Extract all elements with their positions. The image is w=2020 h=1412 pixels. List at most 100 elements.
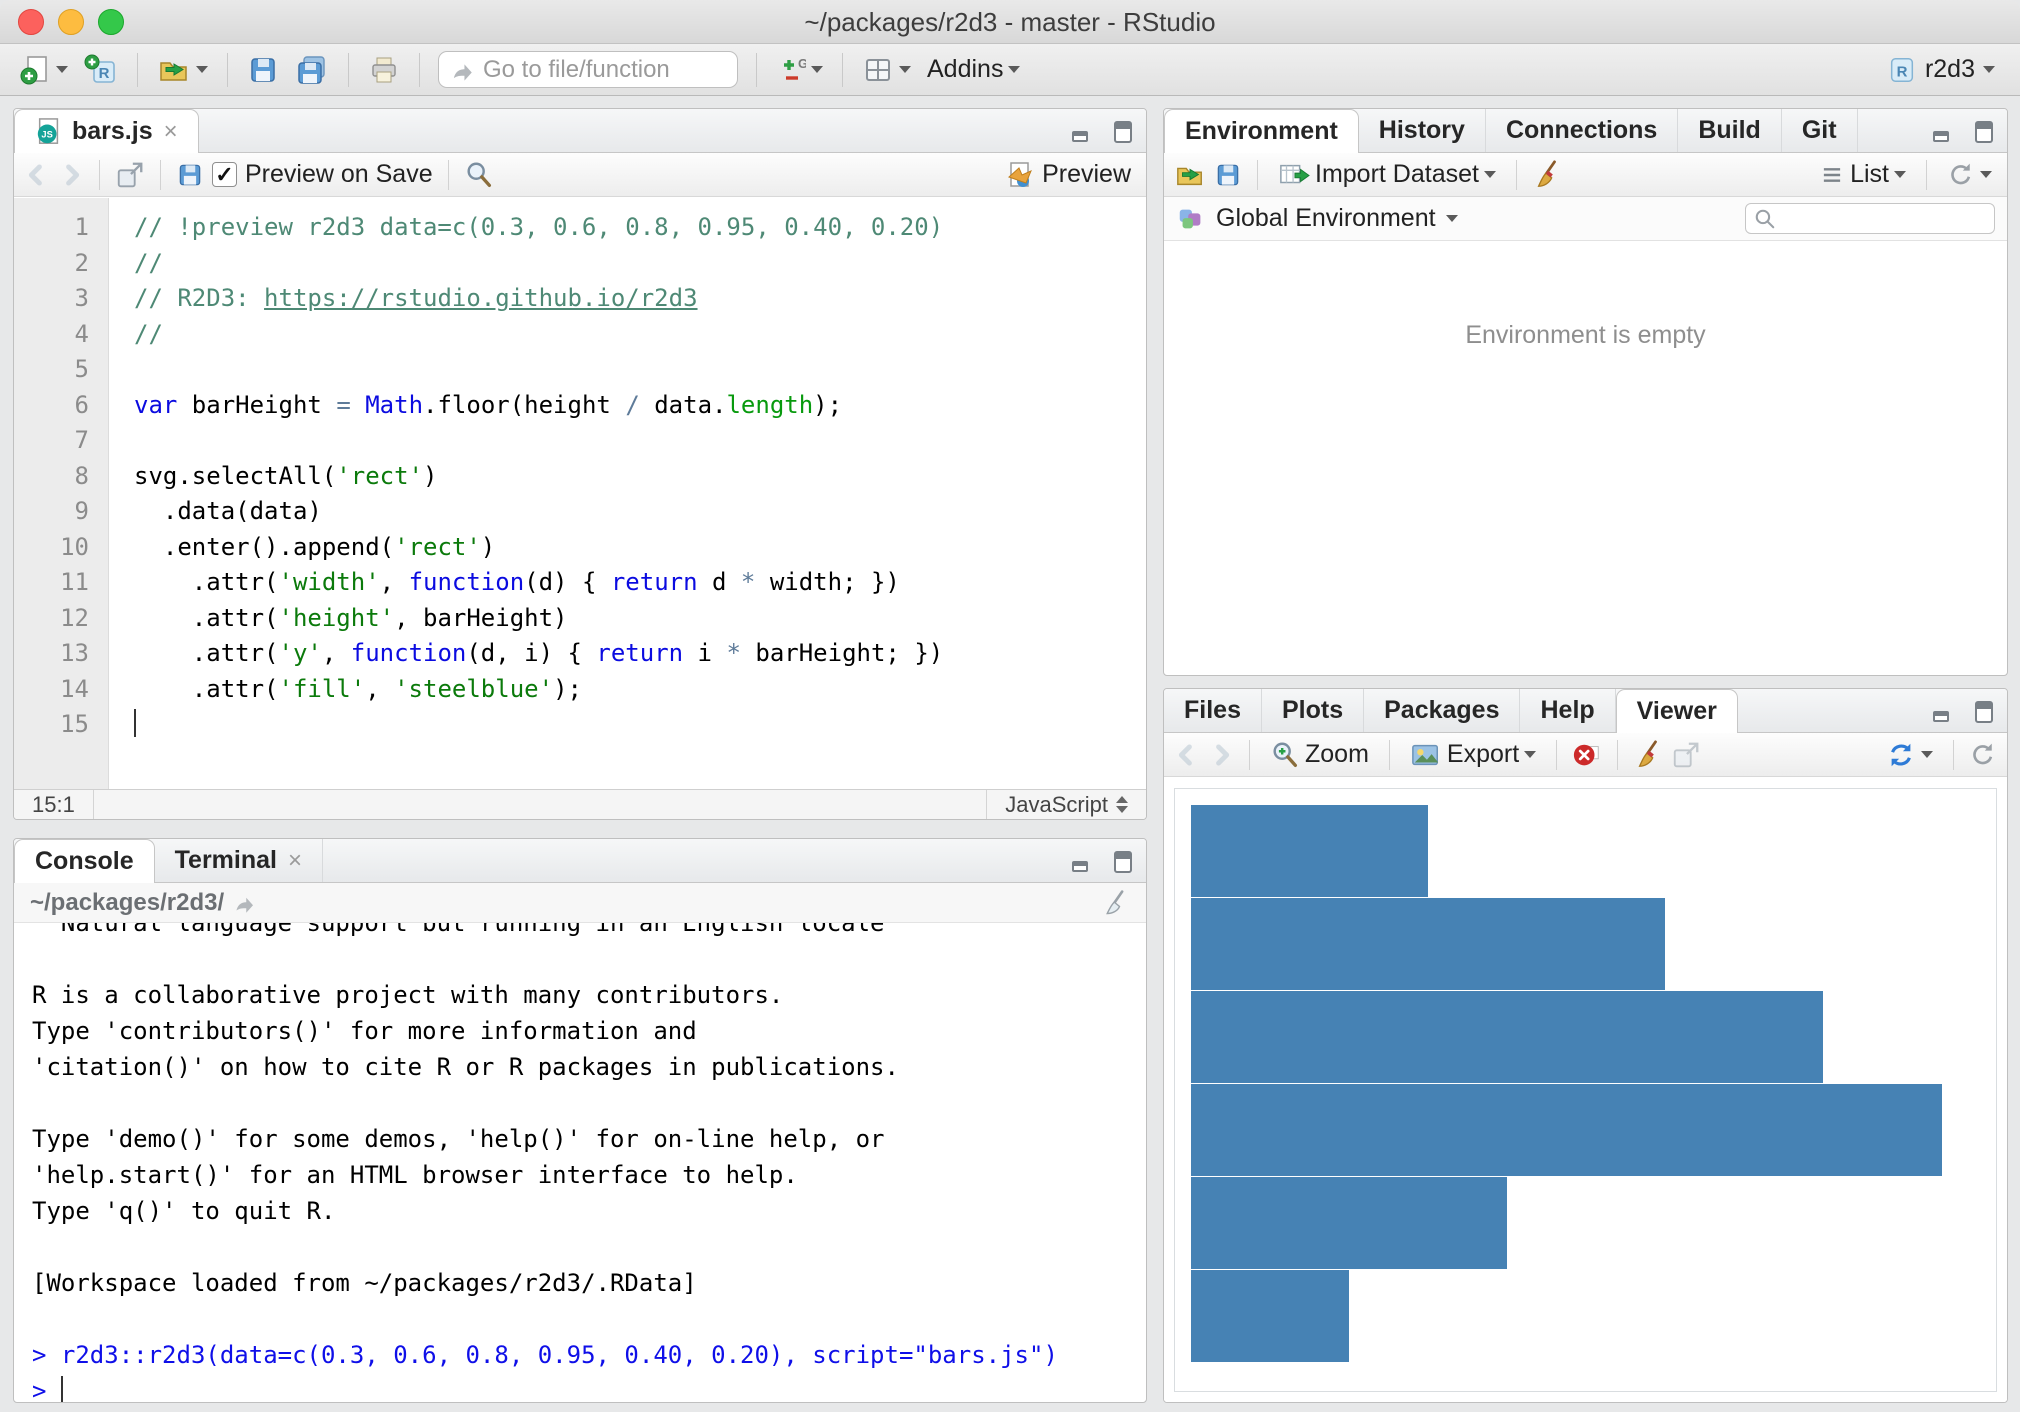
- line-number: 2: [14, 246, 109, 282]
- caret-down-icon: [1524, 751, 1536, 758]
- save-all-button[interactable]: [290, 51, 334, 89]
- maximize-pane-icon[interactable]: [1108, 119, 1134, 145]
- preview-button[interactable]: Preview: [1000, 156, 1136, 194]
- goto-directory-arrow-icon[interactable]: [232, 891, 256, 915]
- maximize-pane-icon[interactable]: [1969, 119, 1995, 145]
- working-directory-label: ~/packages/r2d3/: [30, 889, 224, 917]
- environment-search-input[interactable]: [1782, 206, 1972, 232]
- toolbar-divider: [1926, 160, 1927, 190]
- tab-bars-js[interactable]: JS bars.js ×: [14, 109, 199, 153]
- list-view-selector[interactable]: List: [1814, 157, 1911, 192]
- maximize-pane-icon[interactable]: [1969, 699, 1995, 725]
- line-number: 7: [14, 423, 109, 459]
- minimize-pane-icon[interactable]: [1070, 119, 1096, 145]
- refresh-environment-button[interactable]: [1942, 158, 1997, 192]
- clear-console-broom-icon[interactable]: [1102, 889, 1130, 917]
- code-lines: 1// !preview r2d3 data=c(0.3, 0.6, 0.8, …: [14, 210, 1146, 743]
- chart-bar: [1191, 991, 1823, 1084]
- popout-icon[interactable]: [115, 160, 145, 190]
- remove-viewer-item-icon[interactable]: [1572, 740, 1602, 770]
- load-workspace-folder-icon[interactable]: [1174, 160, 1206, 190]
- toolbar-divider: [227, 53, 228, 87]
- tab-viewer[interactable]: Viewer: [1616, 689, 1738, 733]
- tab-connections[interactable]: Connections: [1486, 109, 1678, 152]
- new-file-button[interactable]: [14, 51, 73, 89]
- list-label: List: [1850, 160, 1889, 189]
- console-line: [32, 1301, 1128, 1337]
- environment-search[interactable]: [1745, 203, 1995, 234]
- line-number: 9: [14, 494, 109, 530]
- minimize-pane-icon[interactable]: [1070, 849, 1096, 875]
- clear-all-broom-icon[interactable]: [1633, 740, 1663, 770]
- save-icon[interactable]: [176, 161, 204, 189]
- toolbar-divider: [756, 53, 757, 87]
- goto-file-search[interactable]: [438, 51, 738, 88]
- toolbar-divider: [1249, 740, 1250, 770]
- console-tabbar: Console Terminal ×: [14, 839, 1146, 883]
- tab-terminal[interactable]: Terminal ×: [155, 839, 323, 882]
- minimize-pane-icon[interactable]: [1931, 119, 1957, 145]
- console-output[interactable]: Natural language support but running in …: [14, 923, 1146, 1402]
- caret-down-icon: [811, 66, 823, 73]
- addins-menu[interactable]: Addins: [922, 52, 1025, 87]
- chart-bar: [1191, 1177, 1507, 1270]
- code-editor[interactable]: 1// !preview r2d3 data=c(0.3, 0.6, 0.8, …: [14, 198, 1146, 789]
- tab-git[interactable]: Git: [1782, 109, 1858, 152]
- refresh-icon[interactable]: [1969, 741, 1997, 769]
- close-tab-icon[interactable]: ×: [164, 118, 178, 146]
- popout-icon[interactable]: [1671, 740, 1701, 770]
- sync-viewer-button[interactable]: [1881, 737, 1938, 773]
- project-menu[interactable]: R r2d3: [1882, 52, 2000, 88]
- minimize-pane-icon[interactable]: [1931, 699, 1957, 725]
- tab-history[interactable]: History: [1359, 109, 1486, 152]
- tab-console[interactable]: Console: [14, 839, 155, 883]
- clear-environment-broom-icon[interactable]: [1532, 160, 1562, 190]
- tab-files[interactable]: Files: [1164, 689, 1262, 732]
- import-dataset-button[interactable]: Import Dataset: [1273, 157, 1501, 193]
- toolbar-divider: [160, 160, 161, 190]
- main-toolbar: R: [0, 44, 2020, 96]
- close-tab-icon[interactable]: ×: [288, 847, 302, 875]
- list-icon: [1819, 162, 1845, 188]
- tab-packages[interactable]: Packages: [1364, 689, 1520, 732]
- forward-arrow-icon[interactable]: [1208, 742, 1234, 768]
- save-workspace-icon[interactable]: [1214, 161, 1242, 189]
- open-file-button[interactable]: [152, 51, 213, 89]
- tab-label: Environment: [1185, 117, 1338, 146]
- environment-scope-icon: [1176, 204, 1206, 234]
- maximize-pane-icon[interactable]: [1108, 849, 1134, 875]
- search-magnifier-icon[interactable]: [464, 160, 494, 190]
- tab-label: Viewer: [1637, 697, 1717, 726]
- export-label: Export: [1447, 740, 1519, 769]
- tab-environment[interactable]: Environment: [1164, 109, 1359, 153]
- r-project-cube-icon: R: [1887, 55, 1917, 85]
- code-text: [109, 707, 136, 743]
- new-project-button[interactable]: R: [79, 51, 123, 89]
- tab-plots[interactable]: Plots: [1262, 689, 1364, 732]
- panes-layout-icon: [862, 54, 894, 86]
- tab-help[interactable]: Help: [1520, 689, 1615, 732]
- language-mode-selector[interactable]: JavaScript: [986, 790, 1146, 819]
- goto-file-input[interactable]: [483, 56, 703, 84]
- scope-selector-label[interactable]: Global Environment: [1216, 204, 1436, 233]
- tab-build[interactable]: Build: [1678, 109, 1782, 152]
- forward-arrow-icon[interactable]: [58, 162, 84, 188]
- print-button[interactable]: [363, 51, 405, 89]
- language-label: JavaScript: [1005, 792, 1108, 818]
- back-arrow-icon[interactable]: [24, 162, 50, 188]
- save-button[interactable]: [242, 51, 284, 89]
- console-pane: Console Terminal × ~/packages/r2d3/: [13, 838, 1147, 1403]
- chart-bar: [1191, 1084, 1942, 1177]
- zoom-button[interactable]: Zoom: [1265, 737, 1374, 773]
- caret-down-icon: [1484, 171, 1496, 178]
- export-button[interactable]: Export: [1405, 737, 1541, 773]
- zoom-label: Zoom: [1305, 740, 1369, 769]
- line-number: 3: [14, 281, 109, 317]
- back-arrow-icon[interactable]: [1174, 742, 1200, 768]
- console-cursor: [61, 1376, 63, 1402]
- preview-on-save-checkbox[interactable]: ✓: [212, 162, 237, 187]
- cursor-position[interactable]: 15:1: [14, 790, 94, 819]
- workspace-panes-button[interactable]: [857, 51, 916, 89]
- version-control-button[interactable]: G: [771, 51, 828, 89]
- refresh-icon: [1947, 161, 1975, 189]
